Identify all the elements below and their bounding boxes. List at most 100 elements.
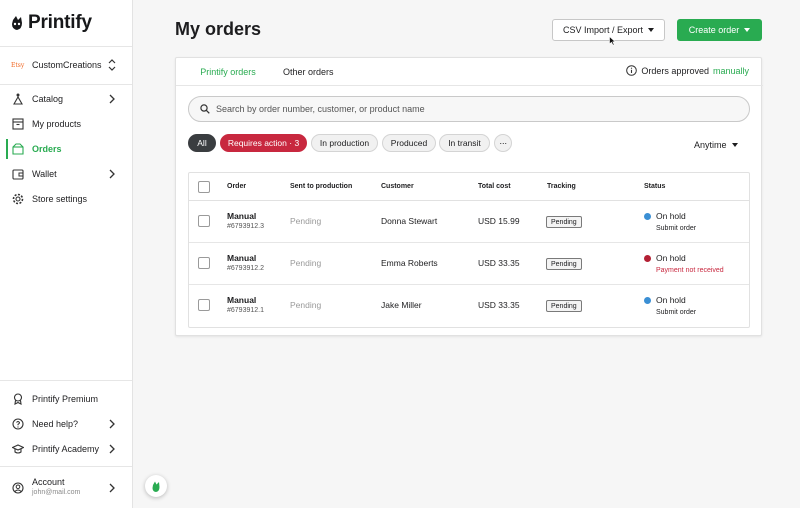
create-order-button[interactable]: Create order bbox=[677, 19, 762, 41]
user-icon bbox=[12, 482, 24, 494]
customer-name: Jake Miller bbox=[381, 300, 422, 310]
info-icon bbox=[626, 65, 638, 76]
sidebar-item-label: Printify Premium bbox=[32, 394, 99, 404]
sent-to-production: Pending bbox=[290, 258, 322, 268]
order-id: #6793912.2 bbox=[227, 265, 264, 272]
customer-name: Donna Stewart bbox=[381, 216, 438, 226]
sidebar-item-label: Orders bbox=[32, 144, 62, 154]
search-icon bbox=[200, 104, 210, 114]
total-cost: USD 33.35 bbox=[478, 258, 520, 268]
sidebar-item-need-help[interactable]: Need help? bbox=[0, 413, 132, 435]
table-row[interactable]: Manual #6793912.1 Pending Jake Miller US… bbox=[189, 285, 749, 327]
chevron-right-icon bbox=[109, 94, 115, 104]
table-row[interactable]: Manual #6793912.2 Pending Emma Roberts U… bbox=[189, 243, 749, 285]
sidebar-item-my-products[interactable]: My products bbox=[0, 113, 132, 135]
tracking-badge: Pending bbox=[546, 258, 582, 270]
filter-in-transit[interactable]: In transit bbox=[439, 134, 490, 152]
account-label: Account bbox=[32, 477, 65, 487]
academy-icon bbox=[12, 444, 24, 454]
more-filters-button[interactable]: ··· bbox=[494, 134, 512, 152]
status-dot bbox=[644, 255, 651, 262]
page-title: My orders bbox=[175, 19, 262, 39]
tab-printify-orders[interactable]: Printify orders bbox=[187, 58, 269, 86]
sent-to-production: Pending bbox=[290, 300, 322, 310]
premium-icon bbox=[13, 393, 23, 405]
printify-logo-icon bbox=[12, 16, 22, 30]
store-switcher[interactable]: Etsy CustomCreations bbox=[0, 52, 132, 78]
order-id: #6793912.3 bbox=[227, 223, 264, 230]
printify-chat-icon bbox=[152, 481, 160, 492]
question-icon bbox=[12, 418, 24, 430]
status-label: On hold bbox=[656, 253, 686, 263]
sidebar-item-label: Catalog bbox=[32, 94, 64, 104]
help-chat-button[interactable] bbox=[145, 475, 167, 497]
filter-in-production[interactable]: In production bbox=[311, 134, 378, 152]
order-type: Manual bbox=[227, 295, 257, 305]
account-email: john@mail.com bbox=[32, 489, 81, 496]
customer-name: Emma Roberts bbox=[381, 258, 438, 268]
chevron-right-icon bbox=[109, 444, 115, 454]
status-detail: Submit order bbox=[656, 309, 697, 316]
row-checkbox[interactable] bbox=[198, 299, 210, 311]
approval-mode-link[interactable]: manually bbox=[713, 66, 749, 76]
select-all-checkbox[interactable] bbox=[198, 181, 210, 193]
column-header-order: Order bbox=[227, 183, 247, 190]
divider bbox=[0, 466, 132, 467]
sidebar-item-label: My products bbox=[32, 119, 82, 129]
divider bbox=[0, 380, 132, 381]
status-detail: Submit order bbox=[656, 225, 697, 232]
sidebar-item-label: Need help? bbox=[32, 419, 79, 429]
tracking-badge: Pending bbox=[546, 216, 582, 228]
filter-all[interactable]: All bbox=[188, 134, 216, 152]
filter-produced[interactable]: Produced bbox=[382, 134, 436, 152]
mouse-cursor-icon bbox=[609, 36, 616, 46]
account-menu[interactable]: Account john@mail.com bbox=[0, 474, 132, 500]
caret-down-icon bbox=[731, 143, 738, 147]
status-dot bbox=[644, 213, 651, 220]
wallet-icon bbox=[12, 169, 24, 180]
sidebar-item-label: Store settings bbox=[32, 194, 88, 204]
tab-other-orders[interactable]: Other orders bbox=[283, 58, 334, 86]
orders-table: Order Sent to production Customer Total … bbox=[188, 172, 750, 328]
filter-requires-action[interactable]: Requires action · 3 bbox=[220, 134, 307, 152]
status-dot bbox=[644, 297, 651, 304]
create-order-label: Create order bbox=[688, 25, 740, 35]
order-id: #6793912.1 bbox=[227, 307, 264, 314]
store-name: CustomCreations bbox=[32, 60, 102, 70]
tab-divider bbox=[176, 85, 763, 86]
gear-icon bbox=[12, 193, 24, 205]
box-icon bbox=[12, 118, 24, 130]
chevron-right-icon bbox=[109, 483, 115, 493]
sidebar: Printify Etsy CustomCreations Catalog My… bbox=[0, 0, 133, 508]
sidebar-item-printify-academy[interactable]: Printify Academy bbox=[0, 438, 132, 460]
printify-logo[interactable]: Printify bbox=[10, 12, 92, 34]
approval-text: Orders approved bbox=[641, 65, 709, 76]
chevron-up-down-icon bbox=[108, 59, 116, 71]
column-header-customer: Customer bbox=[381, 183, 414, 190]
column-header-sent: Sent to production bbox=[290, 183, 353, 190]
total-cost: USD 15.99 bbox=[478, 216, 520, 226]
order-type: Manual bbox=[227, 211, 257, 221]
sidebar-item-label: Wallet bbox=[32, 169, 57, 179]
csv-button-label: CSV Import / Export bbox=[562, 25, 644, 35]
column-header-tracking: Tracking bbox=[547, 183, 576, 190]
sidebar-item-store-settings[interactable]: Store settings bbox=[0, 188, 132, 210]
chevron-right-icon bbox=[109, 419, 115, 429]
table-header: Order Sent to production Customer Total … bbox=[189, 173, 749, 201]
sidebar-item-printify-premium[interactable]: Printify Premium bbox=[0, 388, 132, 410]
orders-icon bbox=[12, 143, 24, 155]
sidebar-item-catalog[interactable]: Catalog bbox=[0, 88, 132, 110]
row-checkbox[interactable] bbox=[198, 257, 210, 269]
date-filter-dropdown[interactable]: Anytime bbox=[694, 140, 738, 150]
status-label: On hold bbox=[656, 295, 686, 305]
search-input[interactable] bbox=[216, 104, 716, 114]
sidebar-item-wallet[interactable]: Wallet bbox=[0, 163, 132, 185]
order-type: Manual bbox=[227, 253, 257, 263]
row-checkbox[interactable] bbox=[198, 215, 210, 227]
table-row[interactable]: Manual #6793912.3 Pending Donna Stewart … bbox=[189, 201, 749, 243]
date-filter-label: Anytime bbox=[694, 140, 727, 150]
search-bar[interactable] bbox=[188, 96, 750, 122]
catalog-icon bbox=[13, 93, 23, 105]
sidebar-item-orders[interactable]: Orders bbox=[0, 138, 132, 160]
caret-down-icon bbox=[744, 28, 751, 32]
